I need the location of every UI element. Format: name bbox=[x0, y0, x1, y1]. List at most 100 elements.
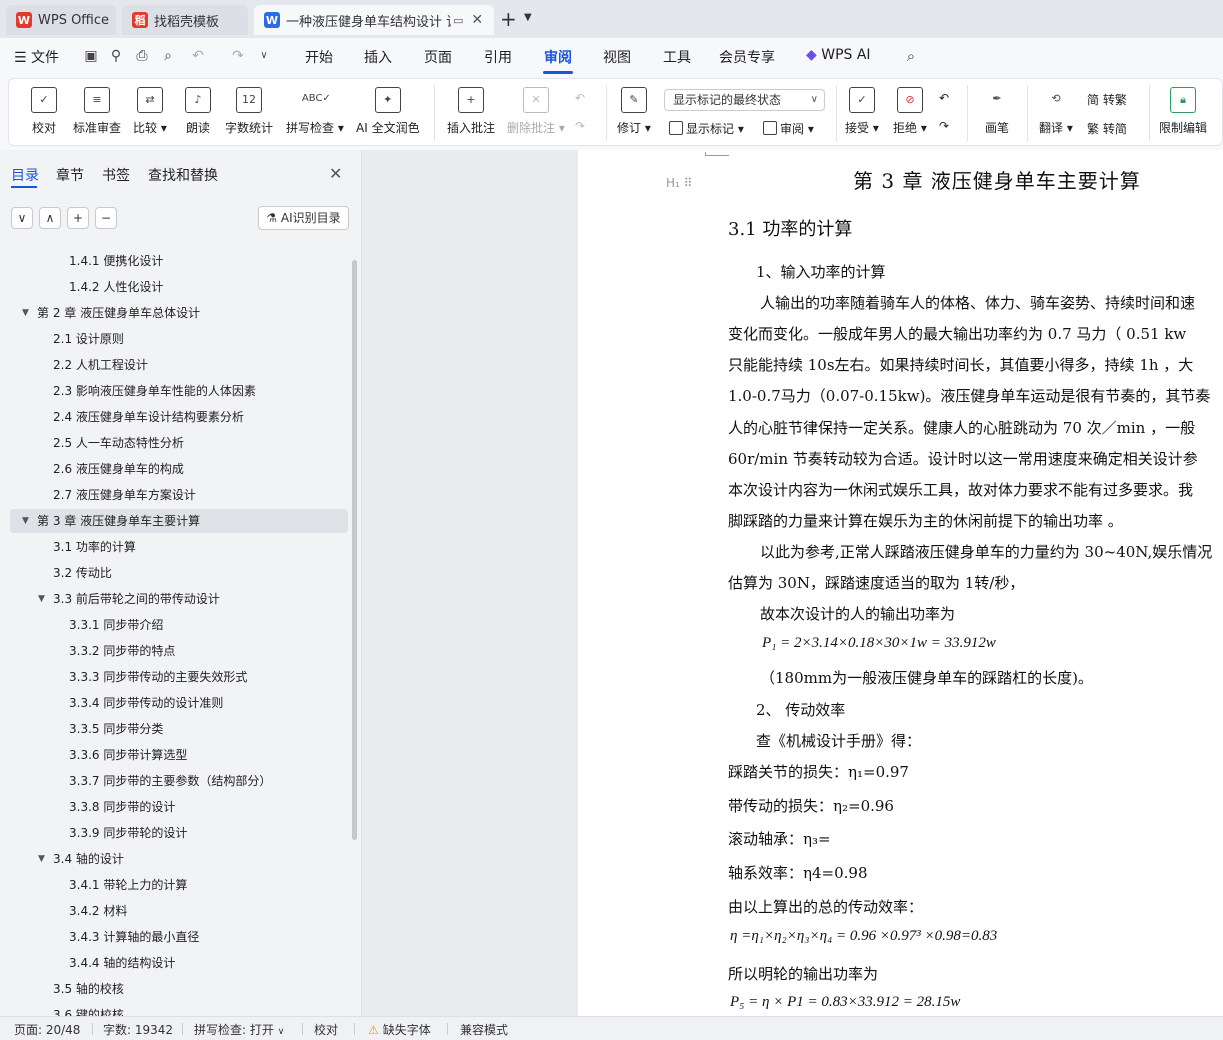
remove-heading-button[interactable]: − bbox=[95, 207, 117, 229]
section-heading[interactable]: 3.1 功率的计算 bbox=[728, 215, 852, 241]
toc-item[interactable]: 3.4.2 材料 bbox=[10, 899, 348, 923]
file-menu[interactable]: ☰ 文件 bbox=[14, 47, 59, 67]
paragraph-line[interactable]: 60r/min 节奏转动较为合适。设计时以这一常用速度来确定相关设计参 bbox=[728, 448, 1198, 469]
paragraph-line[interactable]: 估算为 30N，踩踏速度适当的取为 1转/秒， bbox=[728, 572, 1024, 593]
proofread-status[interactable]: 校对 bbox=[314, 1021, 338, 1038]
accept-button[interactable]: ✓ 接受 ▾ bbox=[845, 87, 879, 136]
heading-drag-handle-icon[interactable]: H₁ ⠿ bbox=[666, 176, 692, 190]
tab-toc[interactable]: 目录 bbox=[11, 165, 39, 185]
previous-change-icon[interactable]: ↶ bbox=[939, 91, 949, 105]
menu-wps-ai[interactable]: ◆ WPS AI bbox=[806, 47, 871, 63]
spell-check-status[interactable]: 拼写检查: 打开 ∨ bbox=[194, 1021, 284, 1038]
previous-comment-icon[interactable]: ↶ bbox=[575, 91, 585, 105]
ai-polish-button[interactable]: ✦ AI 全文润色 bbox=[356, 87, 420, 136]
standard-review-button[interactable]: ≡ 标准审查 bbox=[73, 87, 121, 136]
tab-bookmarks[interactable]: 书签 bbox=[102, 165, 130, 185]
menu-page[interactable]: 页面 bbox=[424, 47, 452, 67]
paragraph-line[interactable]: 滚动轴承：η₃= bbox=[728, 828, 831, 849]
word-count[interactable]: 字数: 19342 bbox=[103, 1021, 173, 1038]
toc-item[interactable]: 1.4.1 便携化设计 bbox=[10, 249, 348, 273]
toc-item[interactable]: 3.3.2 同步带的特点 bbox=[10, 639, 348, 663]
next-change-icon[interactable]: ↷ bbox=[939, 119, 949, 133]
paragraph-line[interactable]: 脚踩踏的力量来计算在娱乐为主的休闲前提下的输出功率 。 bbox=[728, 510, 1123, 531]
formula-output-power[interactable]: P₅ = η × P1 = 0.83×33.912 = 28.15w bbox=[730, 994, 960, 1011]
expand-triangle-icon[interactable]: ▼ bbox=[38, 847, 45, 871]
next-comment-icon[interactable]: ↷ bbox=[575, 119, 585, 133]
proofread-button[interactable]: ✓ 校对 bbox=[31, 87, 57, 136]
paragraph-line[interactable]: 带传动的损失：η₂=0.96 bbox=[728, 795, 894, 816]
delete-comment-button[interactable]: ✕ 删除批注 ▾ bbox=[507, 87, 565, 136]
toc-item[interactable]: 3.3.8 同步带的设计 bbox=[10, 795, 348, 819]
tab-template[interactable]: 稻 找稻壳模板 bbox=[122, 5, 248, 35]
toc-item[interactable]: 2.3 影响液压健身单车性能的人体因素 bbox=[10, 379, 348, 403]
paragraph-line[interactable]: 1、输入功率的计算 bbox=[756, 261, 886, 282]
toc-item[interactable]: 2.5 人一车动态特性分析 bbox=[10, 431, 348, 455]
paragraph-line[interactable]: 本次设计内容为一休闲式娱乐工具，故对体力要求不能有过多要求。我 bbox=[728, 479, 1193, 500]
chevron-down-icon[interactable]: ▼ bbox=[524, 12, 532, 23]
menu-member[interactable]: 会员专享 bbox=[719, 47, 775, 67]
toc-item[interactable]: 2.1 设计原则 bbox=[10, 327, 348, 351]
paragraph-line[interactable]: 故本次设计的人的输出功率为 bbox=[760, 603, 955, 624]
missing-font-status[interactable]: ⚠ 缺失字体 bbox=[368, 1021, 431, 1038]
print-icon[interactable]: ⎙ bbox=[134, 48, 150, 64]
add-heading-button[interactable]: + bbox=[67, 207, 89, 229]
menu-insert[interactable]: 插入 bbox=[364, 47, 392, 67]
toc-item[interactable]: ▼ 3.4 轴的设计 bbox=[10, 847, 348, 871]
toc-item[interactable]: 2.6 液压健身单车的构成 bbox=[10, 457, 348, 481]
toc-item[interactable]: 3.2 传动比 bbox=[10, 561, 348, 585]
paragraph-line[interactable]: 变化而变化。一般成年男人的最大输出功率约为 0.7 马力（ 0.51 kw bbox=[728, 323, 1186, 344]
toc-item[interactable]: 3.5 轴的校核 bbox=[10, 977, 348, 1001]
read-aloud-button[interactable]: ♪ 朗读 bbox=[185, 87, 211, 136]
paragraph-line[interactable]: 以此为参考,正常人踩踏液压健身单车的力量约为 30~40N,娱乐情况 bbox=[760, 541, 1212, 562]
undo-icon[interactable]: ↶ bbox=[190, 48, 206, 64]
markup-display-select[interactable]: 显示标记的最终状态 ∨ bbox=[664, 89, 825, 111]
paragraph-line[interactable]: 1.0-0.7马力（0.07-0.15kw)。液压健身单车运动是很有节奏的，其节… bbox=[728, 385, 1210, 406]
insert-comment-button[interactable]: + 插入批注 bbox=[447, 87, 495, 136]
toc-item[interactable]: ▼ 3.3 前后带轮之间的带传动设计 bbox=[10, 587, 348, 611]
menu-view[interactable]: 视图 bbox=[603, 47, 631, 67]
reject-button[interactable]: ⊘ 拒绝 ▾ bbox=[893, 87, 927, 136]
formula-efficiency[interactable]: η =η₁×η₂×η₃×η₄ = 0.96 ×0.97³ ×0.98=0.83 bbox=[730, 928, 997, 945]
close-icon[interactable]: ✕ bbox=[329, 164, 342, 183]
toc-scrollbar[interactable] bbox=[352, 260, 357, 840]
chapter-heading[interactable]: 第 3 章 液压健身单车主要计算 bbox=[853, 165, 1141, 194]
toc-item[interactable]: 3.3.1 同步带介绍 bbox=[10, 613, 348, 637]
tab-chapters[interactable]: 章节 bbox=[56, 165, 84, 185]
toc-item[interactable]: 3.3.7 同步带的主要参数（结构部分） bbox=[10, 769, 348, 793]
toc-item[interactable]: 2.2 人机工程设计 bbox=[10, 353, 348, 377]
toc-item[interactable]: 3.3.9 同步带轮的设计 bbox=[10, 821, 348, 845]
toc-item[interactable]: 3.1 功率的计算 bbox=[10, 535, 348, 559]
track-changes-button[interactable]: ✎ 修订 ▾ bbox=[617, 87, 651, 136]
paragraph-line[interactable]: 只能能持续 10s左右。如果持续时间长，其值要小得多，持续 1h ，大 bbox=[728, 354, 1193, 375]
print-preview-icon[interactable]: ⌕ bbox=[160, 48, 176, 64]
toc-item-selected[interactable]: ▼ 第 3 章 液压健身单车主要计算 bbox=[10, 509, 348, 533]
toc-item[interactable]: 3.4.1 带轮上力的计算 bbox=[10, 873, 348, 897]
close-icon[interactable]: ✕ bbox=[471, 12, 483, 28]
paragraph-line[interactable]: （180mm为一般液压健身单车的踩踏杠的长度)。 bbox=[760, 667, 1093, 688]
paragraph-line[interactable]: 人的心脏节律保持一定关系。健康人的心脏跳动为 70 次／min ，一般 bbox=[728, 417, 1195, 438]
toc-item[interactable]: 2.7 液压健身单车方案设计 bbox=[10, 483, 348, 507]
tab-find-replace[interactable]: 查找和替换 bbox=[148, 165, 218, 185]
pen-button[interactable]: ✒ 画笔 bbox=[984, 87, 1010, 136]
to-simplified-button[interactable]: 繁 转简 bbox=[1087, 120, 1127, 137]
menu-tools[interactable]: 工具 bbox=[663, 47, 691, 67]
show-markup-button[interactable]: 显示标记 ▾ bbox=[669, 120, 744, 137]
formula-power[interactable]: P₁ = 2×3.14×0.18×30×1w = 33.912w bbox=[762, 635, 996, 652]
translate-button[interactable]: ⟲ 翻译 ▾ bbox=[1039, 87, 1073, 136]
toc-item[interactable]: 3.3.4 同步带传动的设计准则 bbox=[10, 691, 348, 715]
paragraph-line[interactable]: 所以明轮的输出功率为 bbox=[728, 963, 878, 984]
paragraph-line[interactable]: 2、 传动效率 bbox=[756, 699, 845, 720]
to-traditional-button[interactable]: 简 转繁 bbox=[1087, 91, 1127, 108]
paragraph-line[interactable]: 查《机械设计手册》得： bbox=[756, 730, 921, 751]
redo-icon[interactable]: ↷ bbox=[230, 48, 246, 64]
toc-item[interactable]: 1.4.2 人性化设计 bbox=[10, 275, 348, 299]
toc-item[interactable]: ▼ 第 2 章 液压健身单车总体设计 bbox=[10, 301, 348, 325]
tab-wps-office[interactable]: W WPS Office bbox=[6, 5, 116, 35]
ai-toc-button[interactable]: ⚗ AI识别目录 bbox=[258, 206, 349, 230]
paragraph-line[interactable]: 由以上算出的总的传动效率： bbox=[728, 896, 923, 917]
toc-item[interactable]: 3.3.3 同步带传动的主要失效形式 bbox=[10, 665, 348, 689]
expand-triangle-icon[interactable]: ▼ bbox=[38, 587, 45, 611]
paragraph-line[interactable]: 轴系效率：η4=0.98 bbox=[728, 862, 868, 883]
page-indicator[interactable]: 页面: 20/48 bbox=[14, 1021, 80, 1038]
new-tab-icon[interactable]: + bbox=[500, 7, 517, 31]
